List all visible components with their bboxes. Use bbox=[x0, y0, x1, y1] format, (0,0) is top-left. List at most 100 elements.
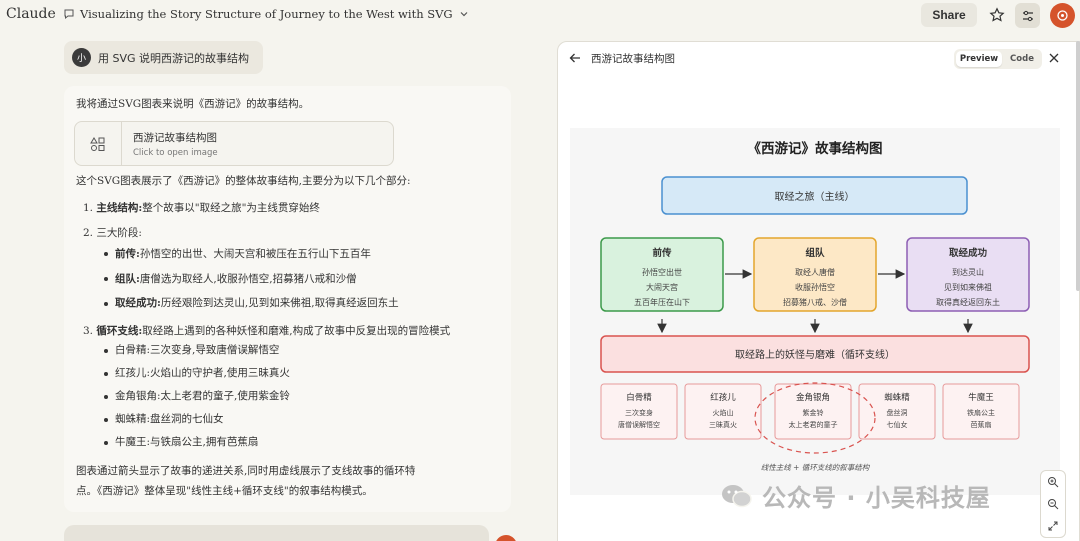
monster-line: 紫金铃 bbox=[803, 408, 824, 417]
assistant-summary: 这个SVG图表展示了《西游记》的整体故事结构,主要分为以下几个部分: bbox=[76, 175, 411, 187]
bullet bbox=[104, 302, 108, 306]
stage-line: 孙悟空出世 bbox=[642, 267, 682, 277]
bullet bbox=[104, 349, 108, 353]
shapes-icon bbox=[90, 136, 105, 151]
bullet bbox=[104, 372, 108, 376]
monster-line: 唐僧误解悟空 bbox=[618, 420, 660, 429]
stage-line: 取经人唐僧 bbox=[795, 267, 835, 277]
stage-bold: 取经成功: bbox=[115, 297, 161, 309]
artifact-panel-title: 西游记故事结构图 bbox=[591, 53, 675, 65]
tab-preview[interactable]: Preview bbox=[956, 51, 1002, 67]
bullet bbox=[104, 441, 108, 445]
artifact-card-subtitle: Click to open image bbox=[133, 148, 218, 158]
list-text: 整个故事以"取经之旅"为主线贯穿始终 bbox=[142, 202, 320, 214]
send-button[interactable] bbox=[495, 535, 517, 541]
stage-line: 到达灵山 bbox=[952, 267, 984, 277]
monster-title: 红孩儿 bbox=[710, 392, 736, 403]
stage-title: 前传 bbox=[652, 247, 672, 259]
chat-bubble-icon bbox=[64, 9, 74, 20]
conversation-title[interactable]: Visualizing the Story Structure of Journ… bbox=[63, 7, 470, 21]
zoom-out-icon bbox=[1048, 499, 1059, 510]
stage-bold: 组队: bbox=[115, 273, 140, 285]
settings-toggle-button[interactable] bbox=[1015, 3, 1040, 28]
assistant-conclusion-line-1: 图表通过箭头显示了故事的递进关系,同时用虚线展示了支线故事的循环特 bbox=[76, 465, 416, 477]
artifact-card[interactable]: 西游记故事结构图 Click to open image bbox=[74, 121, 394, 166]
stage-line: 招募猪八戒、沙僧 bbox=[783, 297, 847, 307]
assistant-message: 我将通过SVG图表来说明《西游记》的故事结构。 西游记故事结构图 Click t… bbox=[64, 86, 511, 512]
list-text: 取经路上遇到的各种妖怪和磨难,构成了故事中反复出现的冒险模式 bbox=[142, 325, 451, 337]
user-icon bbox=[1057, 10, 1068, 21]
stage-text: 唐僧选为取经人,收服孙悟空,招募猪八戒和沙僧 bbox=[139, 273, 357, 285]
close-icon[interactable] bbox=[1048, 52, 1060, 64]
stage-bold: 前传: bbox=[115, 248, 140, 260]
monster-title: 白骨精 bbox=[626, 392, 652, 403]
branch-label: 取经路上的妖怪与磨难（循环支线） bbox=[735, 348, 895, 361]
monster-line: 火焰山 bbox=[713, 408, 734, 417]
list-number: 3. bbox=[83, 325, 94, 337]
zoom-in-icon bbox=[1048, 477, 1059, 488]
main-line-label: 取经之旅（主线） bbox=[775, 190, 855, 203]
star-button[interactable] bbox=[986, 4, 1008, 26]
artifact-icon-box bbox=[75, 122, 122, 165]
stage-item: 取经成功:历经艰险到达灵山,见到如来佛祖,取得真经返回东土 bbox=[115, 295, 399, 310]
account-avatar[interactable] bbox=[1050, 3, 1075, 28]
list-bold: 循环支线: bbox=[96, 325, 143, 337]
list-bold: 主线结构: bbox=[96, 202, 143, 214]
expand-icon bbox=[1048, 521, 1058, 531]
tab-code[interactable]: Code bbox=[1004, 51, 1040, 67]
stage-line: 见到如来佛祖 bbox=[944, 282, 992, 292]
stage-item: 前传:孙悟空的出世、大闹天宫和被压在五行山下五百年 bbox=[115, 246, 371, 261]
artifact-panel: 西游记故事结构图 Preview Code 《西游记》故事结构图取经之旅（主线）… bbox=[557, 41, 1080, 541]
zoom-in-button[interactable] bbox=[1041, 471, 1065, 493]
star-icon bbox=[989, 7, 1005, 22]
monster-line: 芭蕉扇 bbox=[971, 420, 992, 429]
diagram-title: 《西游记》故事结构图 bbox=[748, 140, 883, 157]
monster-title: 金角银角 bbox=[796, 392, 830, 403]
stage-line: 五百年压在山下 bbox=[634, 297, 690, 307]
brand-logo[interactable]: Claude bbox=[6, 6, 56, 22]
chat-input-box[interactable] bbox=[64, 525, 489, 541]
top-bar: Claude Visualizing the Story Structure o… bbox=[0, 0, 1080, 32]
monster-title: 牛魔王 bbox=[968, 392, 994, 403]
watermark: 公众号 · 小吴科技屋 bbox=[720, 478, 991, 513]
wechat-icon bbox=[722, 484, 752, 507]
view-toggle: Preview Code bbox=[954, 49, 1042, 69]
back-arrow-icon[interactable] bbox=[568, 51, 582, 65]
bullet bbox=[104, 252, 108, 256]
diagram-svg: 《西游记》故事结构图取经之旅（主线）前传孙悟空出世大闹天宫五百年压在山下组队取经… bbox=[600, 140, 1030, 472]
monster-item: 蜘蛛精:盘丝洞的七仙女 bbox=[115, 413, 224, 425]
share-button[interactable]: Share bbox=[921, 3, 977, 27]
list-text: 三大阶段: bbox=[96, 227, 142, 239]
stage-item: 组队:唐僧选为取经人,收服孙悟空,招募猪八戒和沙僧 bbox=[115, 271, 357, 286]
monster-line: 三昧真火 bbox=[709, 420, 737, 429]
zoom-controls bbox=[1040, 470, 1066, 538]
user-message-text: 用 SVG 说明西游记的故事结构 bbox=[98, 51, 250, 65]
expand-button[interactable] bbox=[1041, 515, 1065, 537]
conversation-title-text: Visualizing the Story Structure of Journ… bbox=[80, 7, 453, 21]
list-item: 3. 循环支线:取经路上遇到的各种妖怪和磨难,构成了故事中反复出现的冒险模式 bbox=[83, 323, 450, 338]
stage-line: 收服孙悟空 bbox=[795, 282, 835, 292]
monster-line: 太上老君的童子 bbox=[789, 420, 838, 429]
list-number: 1. bbox=[83, 202, 94, 214]
monster-item: 白骨精:三次变身,导致唐僧误解悟空 bbox=[115, 344, 280, 356]
list-number: 2. bbox=[83, 227, 94, 239]
chevron-down-icon bbox=[460, 12, 468, 17]
bullet bbox=[104, 418, 108, 422]
story-structure-diagram: 《西游记》故事结构图 取经之旅（主线） 前传 孙悟空出世 大闹天宫 五百年压在山下 组队 取经… bbox=[570, 128, 1060, 495]
monster-item: 红孩儿:火焰山的守护者,使用三昧真火 bbox=[115, 367, 290, 379]
monster-item: 牛魔王:与铁扇公主,拥有芭蕉扇 bbox=[115, 436, 259, 448]
bullet bbox=[104, 277, 108, 281]
assistant-conclusion-line-2: 点。《西游记》整体呈现"线性主线+循环支线"的叙事结构模式。 bbox=[76, 485, 373, 497]
stage-text: 历经艰险到达灵山,见到如来佛祖,取得真经返回东土 bbox=[160, 297, 399, 309]
assistant-intro: 我将通过SVG图表来说明《西游记》的故事结构。 bbox=[76, 98, 310, 110]
stage-title: 组队 bbox=[805, 247, 825, 259]
zoom-out-button[interactable] bbox=[1041, 493, 1065, 515]
list-item: 2. 三大阶段: bbox=[83, 225, 142, 240]
monster-line: 三次变身 bbox=[625, 408, 653, 417]
stage-line: 取得真经返回东土 bbox=[936, 297, 1000, 307]
watermark-text: 公众号 · 小吴科技屋 bbox=[762, 484, 991, 512]
scrollbar[interactable] bbox=[1076, 41, 1080, 291]
tune-icon bbox=[1022, 10, 1033, 21]
monster-item: 金角银角:太上老君的童子,使用紫金铃 bbox=[115, 390, 290, 402]
stage-title: 取经成功 bbox=[949, 247, 988, 259]
